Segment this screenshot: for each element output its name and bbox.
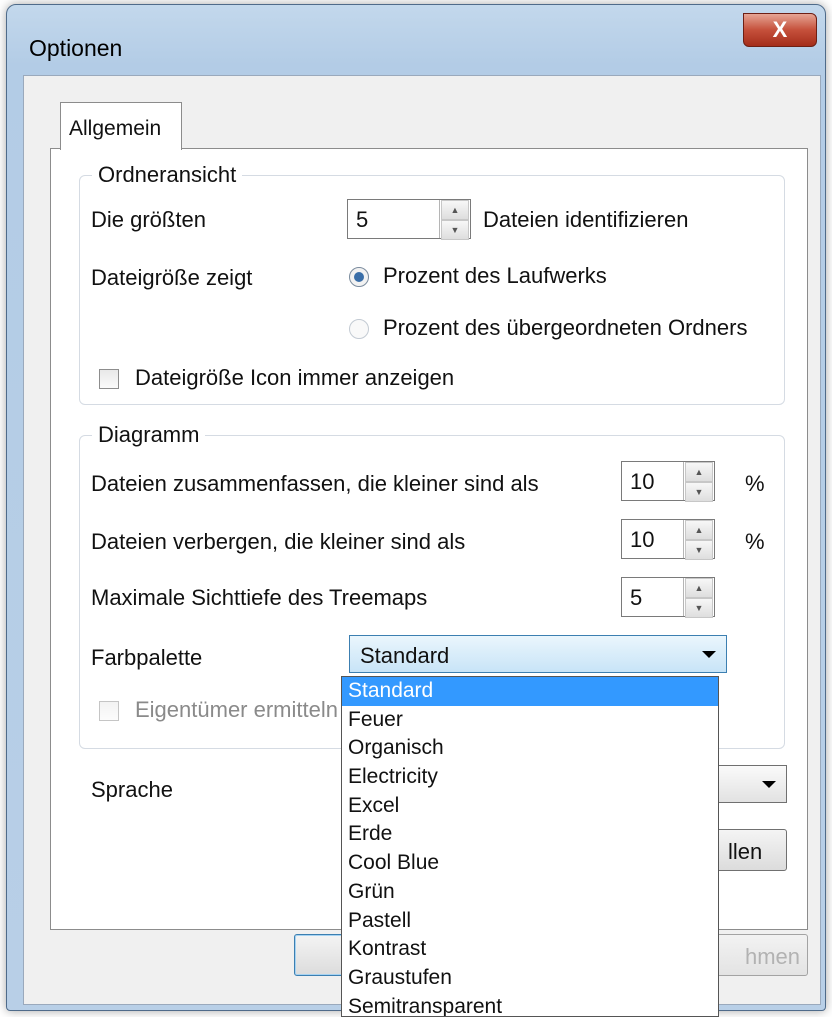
hide-threshold-stepper[interactable]: 10 ▲ ▼ xyxy=(621,519,715,560)
merge-threshold-arrows[interactable]: ▲ ▼ xyxy=(683,462,714,502)
spin-up-icon[interactable]: ▲ xyxy=(685,520,713,540)
radio-percent-drive-label[interactable]: Prozent des Laufwerks xyxy=(383,263,607,289)
spin-up-icon[interactable]: ▲ xyxy=(685,462,713,482)
language-label: Sprache xyxy=(91,777,173,802)
identify-label: Die größten xyxy=(91,207,206,232)
merge-threshold-value: 10 xyxy=(630,469,655,494)
palette-select-value: Standard xyxy=(360,643,450,668)
close-icon: X xyxy=(772,17,788,42)
partial-right-button-label: llen xyxy=(728,839,763,864)
dialog-title: Optionen xyxy=(29,35,123,61)
apply-button-label: hmen xyxy=(745,944,801,969)
depth-arrows[interactable]: ▲ ▼ xyxy=(683,578,714,618)
radio-percent-parent[interactable] xyxy=(349,319,369,339)
palette-option[interactable]: Cool Blue xyxy=(342,849,718,878)
hide-label: Dateien verbergen, die kleiner sind als xyxy=(91,529,466,554)
palette-option[interactable]: Semitransparent xyxy=(342,993,718,1016)
radio-percent-parent-label[interactable]: Prozent des übergeordneten Ordners xyxy=(383,315,747,341)
spin-down-icon[interactable]: ▼ xyxy=(685,598,713,618)
chevron-down-icon[interactable] xyxy=(702,651,716,658)
palette-option[interactable]: Grün xyxy=(342,878,718,907)
always-show-size-icon-checkbox[interactable] xyxy=(99,369,119,389)
chevron-down-icon[interactable] xyxy=(762,781,776,788)
palette-option[interactable]: Erde xyxy=(342,820,718,849)
hide-unit: % xyxy=(745,529,765,554)
always-show-size-icon-label[interactable]: Dateigröße Icon immer anzeigen xyxy=(135,365,454,391)
hide-threshold-value: 10 xyxy=(630,527,655,552)
palette-option[interactable]: Kontrast xyxy=(342,935,718,964)
spin-up-icon[interactable]: ▲ xyxy=(441,200,469,220)
palette-label: Farbpalette xyxy=(91,645,203,670)
owner-checkbox[interactable] xyxy=(99,701,119,721)
palette-option[interactable]: Organisch xyxy=(342,734,718,763)
identify-suffix: Dateien identifizieren xyxy=(483,207,689,232)
depth-value: 5 xyxy=(630,585,643,610)
palette-option[interactable]: Standard xyxy=(342,677,718,706)
palette-option[interactable]: Feuer xyxy=(342,706,718,735)
spin-up-icon[interactable]: ▲ xyxy=(685,578,713,598)
palette-option[interactable]: Electricity xyxy=(342,763,718,792)
depth-label: Maximale Sichttiefe des Treemaps xyxy=(91,585,428,610)
palette-option[interactable]: Graustufen xyxy=(342,964,718,993)
diagram-group-label: Diagramm xyxy=(92,422,206,448)
size-shows-label: Dateigröße zeigt xyxy=(91,265,253,290)
merge-unit: % xyxy=(745,471,765,496)
merge-threshold-stepper[interactable]: 10 ▲ ▼ xyxy=(621,461,715,502)
palette-select[interactable]: Standard xyxy=(349,635,727,673)
hide-threshold-arrows[interactable]: ▲ ▼ xyxy=(683,520,714,560)
depth-stepper[interactable]: 5 ▲ ▼ xyxy=(621,577,715,618)
close-button[interactable]: X xyxy=(743,13,817,47)
tab-general-label: Allgemein xyxy=(69,117,162,140)
palette-option[interactable]: Excel xyxy=(342,792,718,821)
spin-down-icon[interactable]: ▼ xyxy=(441,220,469,240)
tab-general[interactable]: Allgemein xyxy=(60,102,182,150)
identify-count-stepper[interactable]: 5 ▲ ▼ xyxy=(347,199,471,240)
radio-percent-drive[interactable] xyxy=(349,267,369,287)
spin-down-icon[interactable]: ▼ xyxy=(685,540,713,560)
spin-down-icon[interactable]: ▼ xyxy=(685,482,713,502)
folder-view-group-label: Ordneransicht xyxy=(92,162,243,188)
palette-dropdown-list: Standard Feuer Organisch Electricity Excel Er… xyxy=(341,676,719,1017)
merge-label: Dateien zusammenfassen, die kleiner sind… xyxy=(91,471,539,496)
identify-count-arrows[interactable]: ▲ ▼ xyxy=(439,200,470,240)
identify-count-value: 5 xyxy=(356,207,369,232)
palette-option[interactable]: Pastell xyxy=(342,907,718,936)
owner-label[interactable]: Eigentümer ermitteln xyxy=(135,697,338,723)
